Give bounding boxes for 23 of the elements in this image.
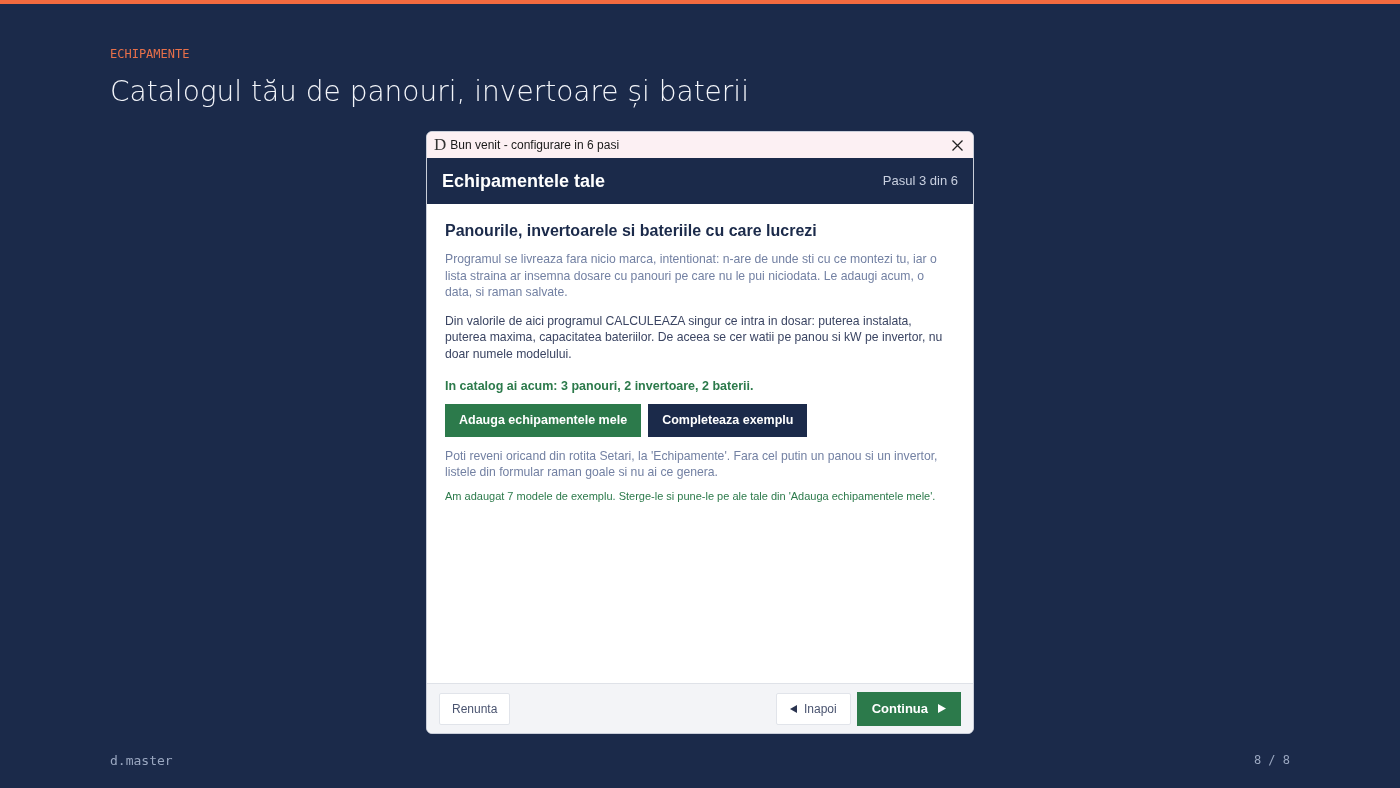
page-number: 8 / 8 [1253,751,1290,769]
slide-kicker: ECHIPAMENTE [110,46,190,62]
close-icon [951,139,963,151]
close-button[interactable] [949,137,965,153]
slide-title: Catalogul tău de panouri, invertoare și baterii [110,74,749,110]
info-paragraph: Programul se livreaza fara nicio marca, intentionat: n-are de unde sti cu ce montezi tu, iar o lista straina ar insemna dosare cu panouri pe care nu le pui niciodata. Le adaugi acum, o data, si raman salvate. [445,251,938,301]
catalog-status: In catalog ai acum: 3 panouri, 2 invertoare, 2 baterii. [445,378,754,395]
add-equipment-button[interactable]: Adauga echipamentele mele [445,403,642,437]
back-button[interactable]: Inapoi [775,692,851,725]
section-heading: Panourile, invertoarele si bateriile cu care lucrezi [445,221,817,241]
fill-example-button[interactable]: Completeaza exemplu [648,403,808,437]
continue-button[interactable]: Continua [856,691,961,726]
right-triangle-icon [938,704,946,713]
info-paragraph: Poti reveni oricand din rotita Setari, la 'Echipamente'. Fara cel putin un panou si un invertor, listele din formular raman goale si nu ai ce genera. [445,447,939,481]
step-title: Echipamentele tale [442,169,606,193]
cancel-button[interactable]: Renunta [439,692,511,725]
info-paragraph: Din valorile de aici programul CALCULEAZA singur ce intra in dosar: puterea instalata, puterea maxima, capacitatea bateriilor. De aceea se cer watii pe panou si kW pe invertor, nu doar numele modelului. [445,312,944,362]
confirmation-note: Am adaugat 7 modele de exemplu. Sterge-le si pune-le pe ale tale din 'Adauga echipamentele mele'. [445,488,936,504]
window-title: Bun venit - configurare in 6 pasi [450,137,620,154]
brand-label: d.master [110,751,173,770]
step-counter: Pasul 3 din 6 [882,172,958,191]
app-logo: D [434,136,447,154]
left-triangle-icon [789,704,797,713]
